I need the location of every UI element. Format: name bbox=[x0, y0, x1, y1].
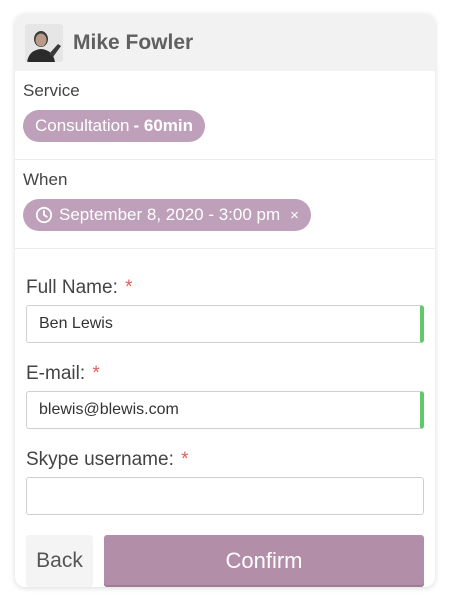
full-name-label: Full Name: bbox=[26, 277, 118, 298]
form-actions: Back Confirm bbox=[26, 535, 424, 587]
booking-card: Mike Fowler Service Consultation - 60min… bbox=[15, 14, 435, 587]
back-button[interactable]: Back bbox=[26, 535, 93, 587]
email-field: E-mail: * bbox=[26, 363, 424, 429]
email-label: E-mail: bbox=[26, 363, 86, 384]
service-name: Consultation bbox=[35, 116, 130, 135]
when-label: When bbox=[23, 170, 68, 189]
avatar bbox=[25, 23, 63, 62]
provider-name: Mike Fowler bbox=[73, 30, 194, 54]
required-mark: * bbox=[92, 363, 100, 384]
service-pill[interactable]: Consultation - 60min bbox=[23, 110, 206, 142]
contact-form: Full Name: * E-mail: * Skype username: *… bbox=[15, 249, 435, 587]
required-mark: * bbox=[181, 449, 189, 470]
remove-datetime-icon[interactable]: × bbox=[290, 207, 299, 224]
skype-input[interactable] bbox=[26, 477, 424, 515]
full-name-input[interactable] bbox=[26, 305, 424, 343]
email-input[interactable] bbox=[26, 391, 424, 429]
provider-header: Mike Fowler bbox=[15, 14, 435, 71]
service-duration: - 60min bbox=[133, 116, 194, 135]
skype-field: Skype username: * bbox=[26, 449, 424, 515]
required-mark: * bbox=[125, 277, 133, 298]
person-photo-icon bbox=[25, 23, 63, 62]
skype-label: Skype username: bbox=[26, 449, 174, 470]
service-section: Service Consultation - 60min bbox=[15, 71, 435, 160]
service-label: Service bbox=[23, 81, 80, 100]
clock-icon bbox=[35, 206, 53, 224]
datetime-pill[interactable]: September 8, 2020 - 3:00 pm × bbox=[23, 199, 311, 231]
full-name-field: Full Name: * bbox=[26, 277, 424, 343]
confirm-button[interactable]: Confirm bbox=[104, 535, 424, 587]
when-section: When September 8, 2020 - 3:00 pm × bbox=[15, 160, 435, 249]
datetime-text: September 8, 2020 - 3:00 pm bbox=[59, 205, 281, 224]
